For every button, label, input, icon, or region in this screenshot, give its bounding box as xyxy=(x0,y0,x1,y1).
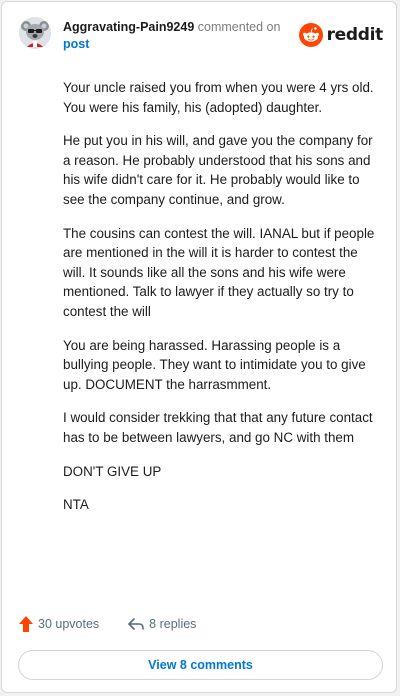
comment-paragraph: You are being harassed. Harassing people… xyxy=(63,337,366,392)
comment-paragraph: NTA xyxy=(63,497,89,513)
upvote-button[interactable]: 30 upvotes xyxy=(19,616,99,632)
upvote-count: 30 upvotes xyxy=(38,617,100,631)
comment-meta: Aggravating-Pain9249 commented on post xyxy=(63,19,303,53)
comment-paragraph: I would consider trekking that that any … xyxy=(63,410,373,445)
post-link[interactable]: post xyxy=(63,36,303,53)
user-avatar[interactable] xyxy=(19,17,51,49)
comment-paragraph: DON'T GIVE UP xyxy=(63,463,162,479)
replies-count: 8 replies xyxy=(149,617,197,631)
view-comments-button[interactable]: View 8 comments xyxy=(18,650,383,680)
comment-paragraph: Your uncle raised you from when you were… xyxy=(63,80,374,115)
reddit-wordmark: reddit xyxy=(326,25,384,45)
reply-arrow-icon xyxy=(128,618,144,630)
username[interactable]: Aggravating-Pain9249 xyxy=(63,20,194,34)
comment-body: Your uncle raised you from when you were… xyxy=(63,78,381,529)
upvote-arrow-icon xyxy=(19,616,33,632)
comment-paragraph: He put you in his will, and gave you the… xyxy=(63,133,373,207)
comment-header: Aggravating-Pain9249 commented on post r… xyxy=(2,2,396,62)
comment-card: Aggravating-Pain9249 commented on post r… xyxy=(1,1,397,693)
reddit-logo-icon xyxy=(298,23,323,47)
reddit-brand[interactable]: reddit xyxy=(298,22,384,48)
comment-actions: 30 upvotes 8 replies xyxy=(19,614,196,634)
comment-paragraph: The cousins can contest the will. IANAL … xyxy=(63,225,375,319)
commented-on-label: commented on xyxy=(197,20,281,34)
avatar-koala-icon xyxy=(19,17,51,49)
replies-button[interactable]: 8 replies xyxy=(128,617,196,631)
